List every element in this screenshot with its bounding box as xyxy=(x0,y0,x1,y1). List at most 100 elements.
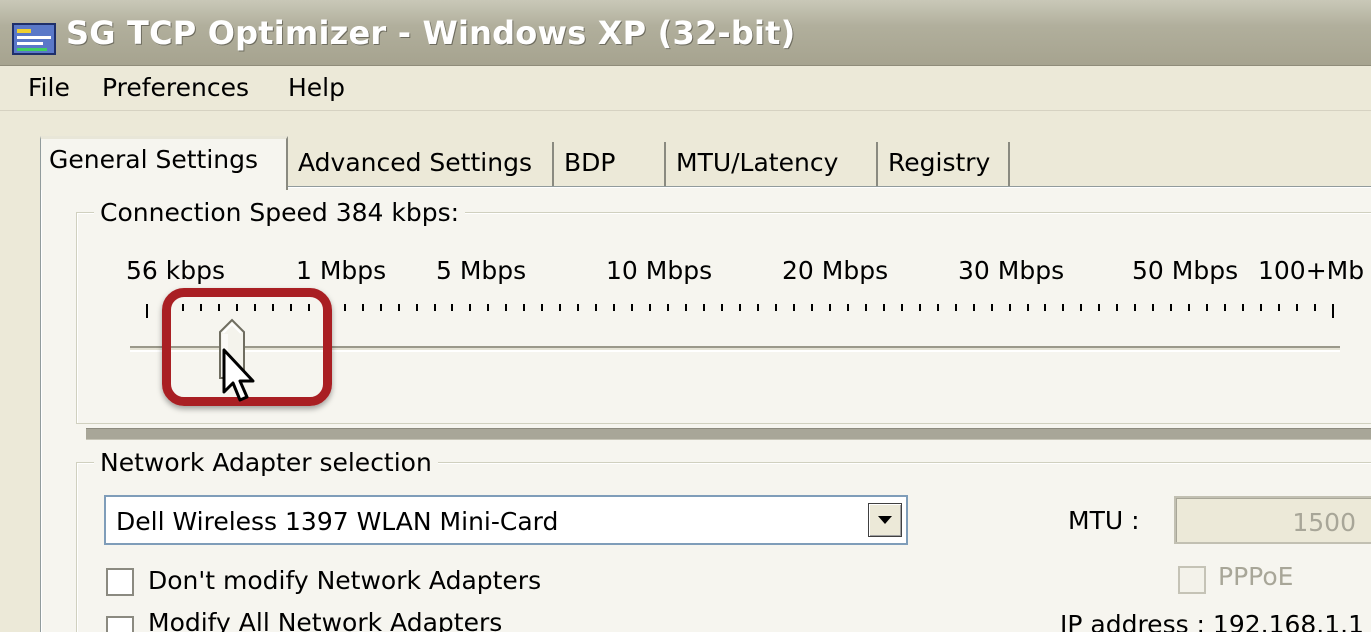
window-title: SG TCP Optimizer - Windows XP (32-bit) xyxy=(66,14,796,52)
mtu-label: MTU : xyxy=(1068,506,1140,535)
slider-tick xyxy=(1098,304,1100,311)
network-adapter-select[interactable]: Dell Wireless 1397 WLAN Mini-Card xyxy=(104,495,908,545)
tab-registry[interactable]: Registry xyxy=(880,142,1010,192)
slider-tick xyxy=(1188,304,1190,311)
network-adapter-group xyxy=(76,462,1371,632)
slider-tick xyxy=(362,304,364,311)
app-window: SG TCP Optimizer - Windows XP (32-bit) F… xyxy=(0,0,1371,632)
connection-speed-legend: Connection Speed 384 kbps: xyxy=(94,198,466,227)
slider-tick xyxy=(1314,304,1316,311)
slider-tick xyxy=(937,304,939,311)
slider-tick xyxy=(919,304,921,311)
slider-tick xyxy=(487,304,489,311)
slider-tick xyxy=(865,304,867,311)
speed-label-30mbps: 30 Mbps xyxy=(958,256,1065,285)
slider-tick xyxy=(613,304,615,311)
slider-tick xyxy=(649,304,651,311)
tab-label: MTU/Latency xyxy=(676,148,839,177)
mtu-field[interactable]: 1500 xyxy=(1174,496,1371,544)
slider-tick xyxy=(721,304,723,311)
slider-tick xyxy=(1116,304,1118,311)
modify-all-adapters-checkbox[interactable] xyxy=(106,616,134,632)
slider-tick xyxy=(667,304,669,311)
menu-file[interactable]: File xyxy=(28,73,70,102)
slider-tick xyxy=(883,304,885,311)
slider-tick xyxy=(380,304,382,311)
network-adapter-legend: Network Adapter selection xyxy=(94,448,438,477)
slider-tick xyxy=(757,304,759,311)
slider-tick xyxy=(146,304,148,318)
slider-tick xyxy=(523,304,525,311)
slider-tick xyxy=(775,304,777,311)
pppoe-checkbox[interactable] xyxy=(1178,566,1206,594)
menu-preferences[interactable]: Preferences xyxy=(102,73,249,102)
slider-tick xyxy=(1278,304,1280,311)
slider-tick xyxy=(973,304,975,311)
title-bar[interactable]: SG TCP Optimizer - Windows XP (32-bit) xyxy=(0,0,1371,66)
slider-tick xyxy=(811,304,813,311)
slider-tick xyxy=(469,304,471,311)
slider-tick xyxy=(1260,304,1262,311)
slider-tick xyxy=(1009,304,1011,311)
slider-tick xyxy=(1027,304,1029,311)
section-divider xyxy=(86,428,1371,440)
slider-tick xyxy=(505,304,507,311)
tab-advanced-settings[interactable]: Advanced Settings xyxy=(290,142,554,192)
slider-tick xyxy=(577,304,579,311)
menu-help[interactable]: Help xyxy=(288,73,345,102)
slider-tick xyxy=(1080,304,1082,311)
slider-tick xyxy=(398,304,400,311)
slider-tick xyxy=(1242,304,1244,311)
speed-label-100mb: 100+Mb xyxy=(1258,256,1365,285)
dropdown-button[interactable] xyxy=(868,503,902,537)
tab-mtu-latency[interactable]: MTU/Latency xyxy=(668,142,878,192)
slider-tick xyxy=(559,304,561,311)
speed-label-50mbps: 50 Mbps xyxy=(1132,256,1239,285)
slider-tick xyxy=(793,304,795,311)
slider-tick xyxy=(541,304,543,311)
tab-general-settings[interactable]: General Settings xyxy=(40,136,288,190)
speed-label-10mbps: 10 Mbps xyxy=(606,256,713,285)
slider-tick xyxy=(703,304,705,311)
slider-tick xyxy=(991,304,993,311)
app-icon xyxy=(12,23,56,55)
selected-adapter-text: Dell Wireless 1397 WLAN Mini-Card xyxy=(116,507,559,536)
dont-modify-adapters-label: Don't modify Network Adapters xyxy=(148,566,542,595)
speed-label-5mbps: 5 Mbps xyxy=(436,256,527,285)
slider-tick xyxy=(1044,304,1046,311)
slider-tick xyxy=(847,304,849,311)
slider-tick xyxy=(829,304,831,311)
slider-tick xyxy=(901,304,903,311)
slider-tick xyxy=(955,304,957,311)
slider-tick xyxy=(1296,304,1298,311)
chevron-down-icon xyxy=(878,516,892,524)
slider-tick xyxy=(1152,304,1154,311)
slider-tick xyxy=(685,304,687,311)
slider-tick xyxy=(416,304,418,311)
mouse-pointer-icon xyxy=(222,348,255,402)
pppoe-label: PPPoE xyxy=(1218,562,1294,591)
speed-label-56kbps: 56 kbps xyxy=(126,256,225,285)
slider-tick xyxy=(1170,304,1172,311)
tab-label: Registry xyxy=(888,148,991,177)
dont-modify-adapters-checkbox[interactable] xyxy=(106,568,134,596)
slider-tick xyxy=(1206,304,1208,311)
modify-all-adapters-label: Modify All Network Adapters xyxy=(148,608,503,632)
tab-label: General Settings xyxy=(49,145,259,174)
slider-tick xyxy=(1332,304,1334,318)
menu-bar: File Preferences Help xyxy=(0,67,1371,111)
mtu-value: 1500 xyxy=(1292,508,1356,537)
slider-tick xyxy=(1062,304,1064,311)
tab-bdp[interactable]: BDP xyxy=(556,142,666,192)
ip-address-label: IP address : 192.168.1.1 xyxy=(1060,610,1365,632)
speed-label-1mbps: 1 Mbps xyxy=(296,256,387,285)
slider-tick xyxy=(739,304,741,311)
slider-tick xyxy=(434,304,436,311)
tab-label: Advanced Settings xyxy=(298,148,532,177)
slider-tick xyxy=(595,304,597,311)
slider-tick xyxy=(631,304,633,311)
slider-tick xyxy=(1134,304,1136,311)
slider-tick xyxy=(1224,304,1226,311)
slider-tick xyxy=(344,304,346,311)
tab-label: BDP xyxy=(564,148,616,177)
